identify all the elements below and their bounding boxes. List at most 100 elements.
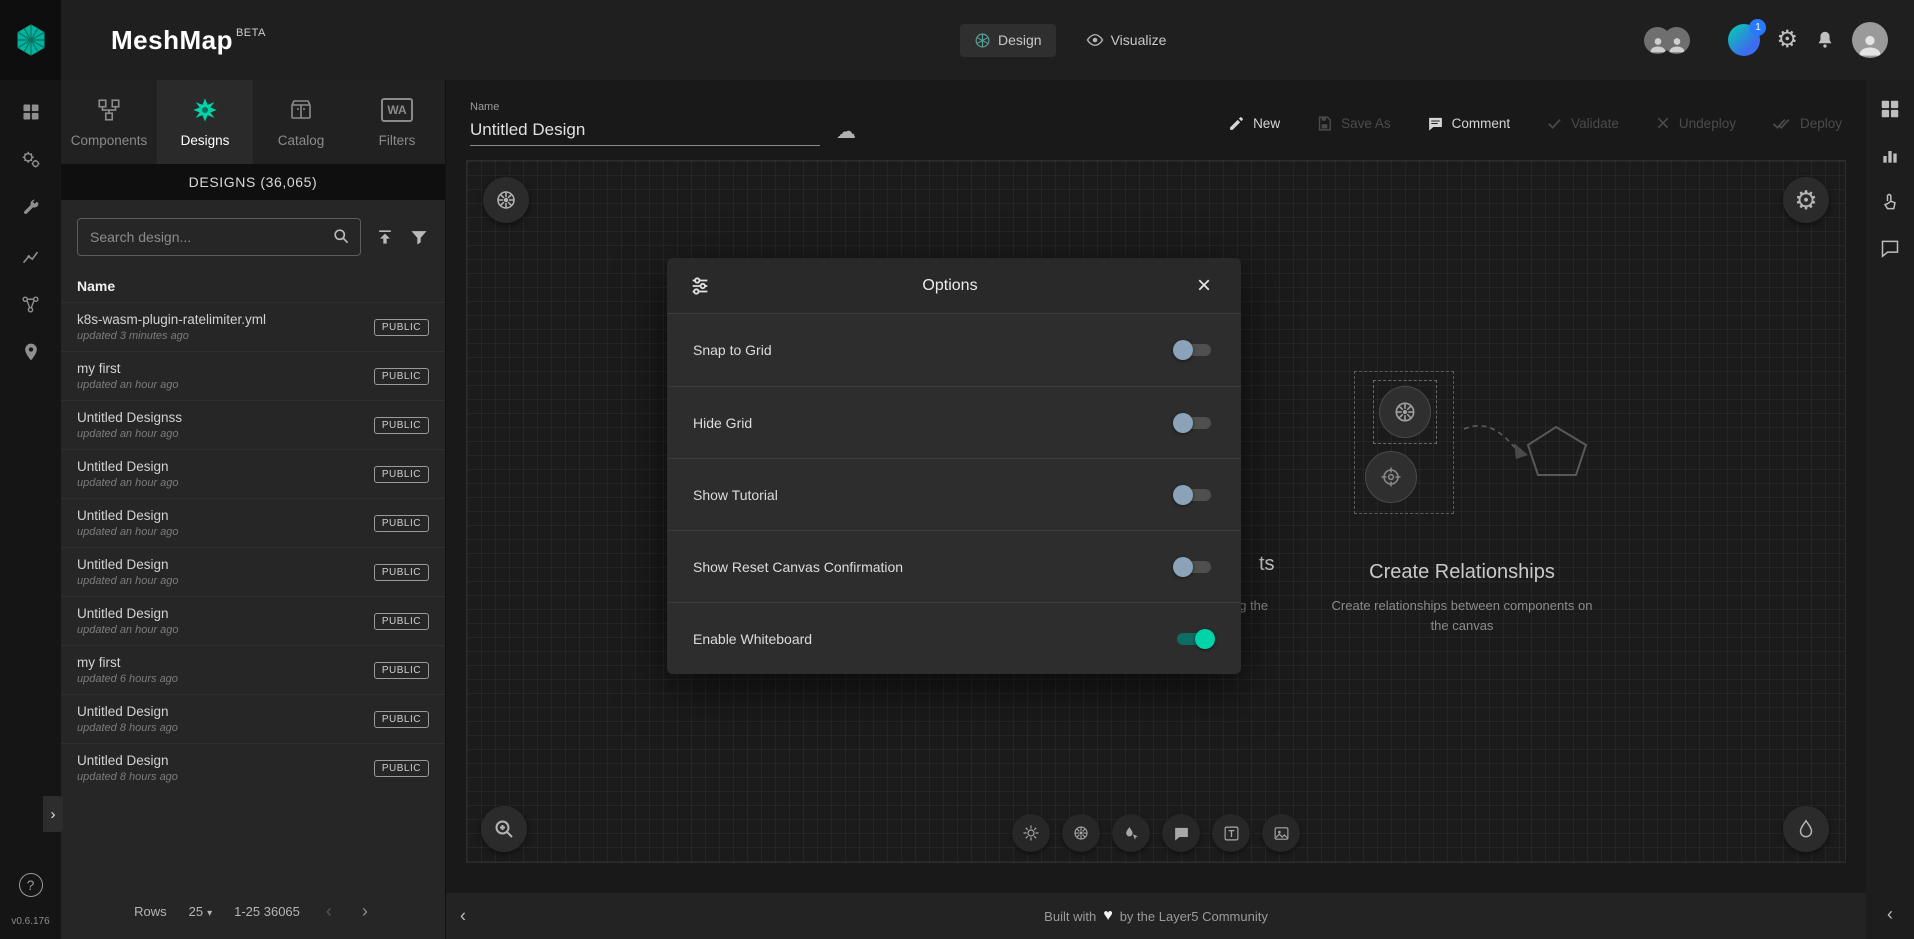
shapes-icon	[1123, 825, 1140, 842]
deploy-button[interactable]: Deploy	[1772, 115, 1842, 132]
designs-list: k8s-wasm-plugin-ratelimiter.ymlupdated 3…	[61, 302, 445, 883]
design-name-input[interactable]	[470, 117, 820, 146]
visibility-badge: PUBLIC	[374, 515, 429, 532]
actions-drawer-button[interactable]	[1880, 192, 1900, 212]
gear-icon: ⚙	[1794, 187, 1817, 213]
notifications-button[interactable]	[1814, 29, 1836, 51]
collaborator-avatars	[1644, 27, 1690, 54]
meshmap-logo-icon	[14, 23, 48, 57]
kubernetes-tool-button[interactable]	[1062, 814, 1100, 852]
gesture-icon	[1880, 192, 1900, 212]
mesh-tool-button[interactable]	[1012, 814, 1050, 852]
design-list-item[interactable]: Untitled Designupdated an hour ago PUBLI…	[61, 596, 445, 645]
helm-wheel-icon	[1379, 465, 1403, 489]
tab-components[interactable]: Components	[61, 80, 157, 164]
dashboard-nav-item[interactable]	[19, 100, 43, 124]
design-list-item[interactable]: Untitled Designupdated 8 hours ago PUBLI…	[61, 743, 445, 792]
text-icon	[1223, 825, 1240, 842]
filter-designs-button[interactable]	[409, 227, 429, 247]
undeploy-button[interactable]: Undeploy	[1655, 115, 1736, 131]
tune-sliders-icon	[689, 275, 711, 297]
next-page-button[interactable]: ›	[358, 901, 372, 922]
search-box	[77, 218, 361, 256]
header-right-cluster: 1 ⚙	[1644, 22, 1914, 58]
footer-gap	[446, 863, 1866, 893]
extensions-nav-item[interactable]	[19, 292, 43, 316]
gear-icon: ⚙	[1776, 28, 1798, 52]
mesh-network-icon	[20, 294, 41, 315]
provider-button[interactable]: 1	[1728, 24, 1760, 56]
design-list-item[interactable]: Untitled Designssupdated an hour ago PUB…	[61, 400, 445, 449]
visualize-mode-button[interactable]: Visualize	[1072, 23, 1181, 57]
help-button[interactable]: ?	[19, 873, 43, 897]
app-version: v0.6.176	[0, 916, 61, 927]
rows-per-page-select[interactable]: 25▾	[189, 904, 213, 919]
collapse-panel-chevron[interactable]: ‹	[454, 904, 472, 929]
design-list-item[interactable]: Untitled Designupdated an hour ago PUBLI…	[61, 498, 445, 547]
design-list-item[interactable]: k8s-wasm-plugin-ratelimiter.ymlupdated 3…	[61, 302, 445, 351]
canvas-kubernetes-button[interactable]	[483, 177, 529, 223]
previous-page-button[interactable]: ‹	[322, 901, 336, 922]
validate-button[interactable]: Validate	[1546, 115, 1619, 132]
visibility-badge: PUBLIC	[374, 368, 429, 385]
whiteboard-pen-button[interactable]	[1783, 806, 1829, 852]
chat-drawer-button[interactable]	[1880, 238, 1900, 258]
comment-icon	[1173, 825, 1190, 842]
performance-nav-item[interactable]	[19, 244, 43, 268]
new-design-button[interactable]: New	[1228, 115, 1280, 132]
comment-icon	[1427, 115, 1444, 132]
design-list-item[interactable]: my firstupdated an hour ago PUBLIC	[61, 351, 445, 400]
lifecycle-nav-item[interactable]	[19, 148, 43, 172]
app-header: MeshMapBETA Design Visualize 1	[0, 0, 1914, 80]
design-toolbar: Name ☁ New Save As	[446, 80, 1866, 160]
upload-icon	[375, 227, 395, 247]
save-as-button[interactable]: Save As	[1316, 115, 1391, 132]
panel-tabs: Components Designs Catalog	[61, 80, 445, 164]
expand-panel-button[interactable]: ›	[43, 796, 63, 832]
design-list-item[interactable]: my firstupdated 6 hours ago PUBLIC	[61, 645, 445, 694]
search-icon	[331, 226, 351, 246]
design-mode-button[interactable]: Design	[960, 24, 1056, 57]
tab-filters[interactable]: WA Filters	[349, 80, 445, 164]
tab-designs[interactable]: Designs	[157, 80, 253, 164]
component-group-box	[1354, 371, 1454, 514]
reset-canvas-confirmation-toggle[interactable]	[1173, 556, 1215, 578]
enable-whiteboard-toggle[interactable]	[1173, 628, 1215, 650]
user-avatar[interactable]	[1852, 22, 1888, 58]
wrench-icon	[21, 198, 41, 218]
design-list-item[interactable]: Untitled Designupdated an hour ago PUBLI…	[61, 547, 445, 596]
search-design-input[interactable]	[77, 218, 361, 256]
visibility-badge: PUBLIC	[374, 613, 429, 630]
connections-nav-item[interactable]	[19, 340, 43, 364]
visualize-eye-icon	[1086, 31, 1104, 49]
pencil-icon	[1228, 115, 1245, 132]
kubernetes-wheel-icon	[1072, 824, 1090, 842]
text-tool-button[interactable]	[1212, 814, 1250, 852]
collapse-right-rail-chevron[interactable]: ‹	[1887, 904, 1893, 925]
canvas-options-button[interactable]: ⚙	[1783, 177, 1829, 223]
design-list-item[interactable]: Untitled Designupdated 8 hours ago PUBLI…	[61, 694, 445, 743]
snap-to-grid-toggle[interactable]	[1173, 339, 1215, 361]
options-list: Snap to Grid Hide Grid Show Tutorial Sho…	[667, 314, 1241, 674]
tab-catalog[interactable]: Catalog	[253, 80, 349, 164]
components-drawer-button[interactable]	[1879, 98, 1901, 120]
meshmap-logo[interactable]	[0, 0, 61, 80]
zoom-button[interactable]	[481, 806, 527, 852]
designs-count-header: DESIGNS (36,065)	[61, 164, 445, 200]
location-pin-icon	[21, 342, 41, 362]
right-tool-rail: ‹	[1866, 80, 1914, 939]
design-list-item[interactable]: Untitled Designupdated an hour ago PUBLI…	[61, 449, 445, 498]
configuration-nav-item[interactable]	[19, 196, 43, 220]
options-modal: Options × Snap to Grid Hide Grid Show Tu…	[667, 258, 1241, 674]
dashboard-drawer-button[interactable]	[1880, 146, 1900, 166]
comment-button[interactable]: Comment	[1427, 115, 1511, 132]
media-tool-button[interactable]	[1262, 814, 1300, 852]
collaborator-avatar[interactable]	[1663, 27, 1690, 54]
comment-tool-button[interactable]	[1162, 814, 1200, 852]
hide-grid-toggle[interactable]	[1173, 412, 1215, 434]
import-design-button[interactable]	[375, 227, 395, 247]
shapes-tool-button[interactable]	[1112, 814, 1150, 852]
settings-button[interactable]: ⚙	[1776, 28, 1798, 52]
show-tutorial-toggle[interactable]	[1173, 484, 1215, 506]
close-modal-button[interactable]: ×	[1189, 274, 1219, 298]
